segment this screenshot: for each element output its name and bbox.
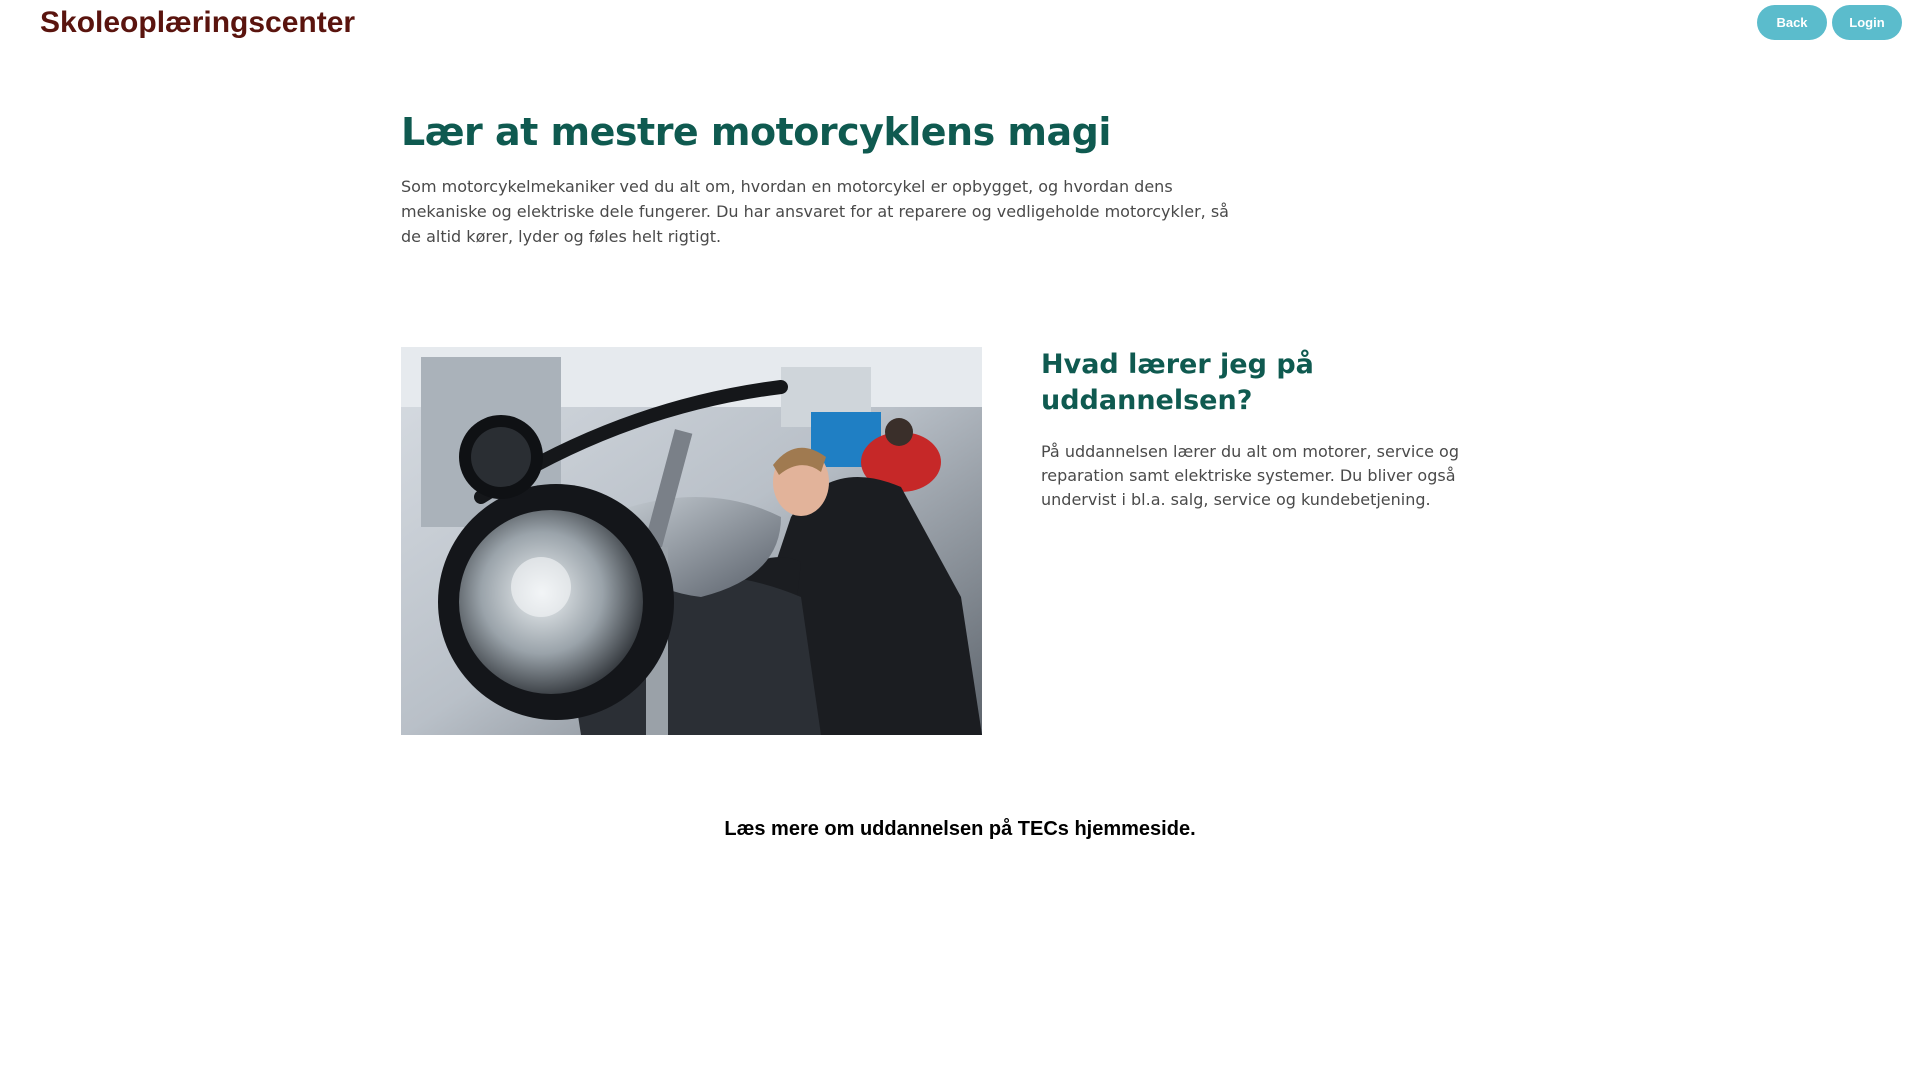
read-more-prefix: Læs mere om uddannelsen på: [724, 818, 1018, 840]
feature-heading: Hvad lærer jeg på uddannelsen?: [1041, 349, 1314, 416]
hero-description: Som motorcykelmekaniker ved du alt om, h…: [401, 177, 1229, 246]
login-button[interactable]: Login: [1832, 5, 1902, 40]
site-title: Skoleoplæringscenter: [40, 6, 356, 39]
read-more-suffix: .: [1190, 818, 1196, 840]
hero-heading: Lær at mestre motorcyklens magi: [401, 110, 1111, 154]
back-button[interactable]: Back: [1757, 5, 1827, 40]
header-nav: Back Login: [1757, 5, 1902, 40]
feature-description: På uddannelsen lærer du alt om motorer, …: [1041, 442, 1459, 509]
tec-homepage-link[interactable]: TECs hjemmeside: [1018, 818, 1190, 840]
read-more-text: Læs mere om uddannelsen på TECs hjemmesi…: [0, 818, 1920, 841]
motorcycle-mechanic-photo: [401, 347, 982, 735]
